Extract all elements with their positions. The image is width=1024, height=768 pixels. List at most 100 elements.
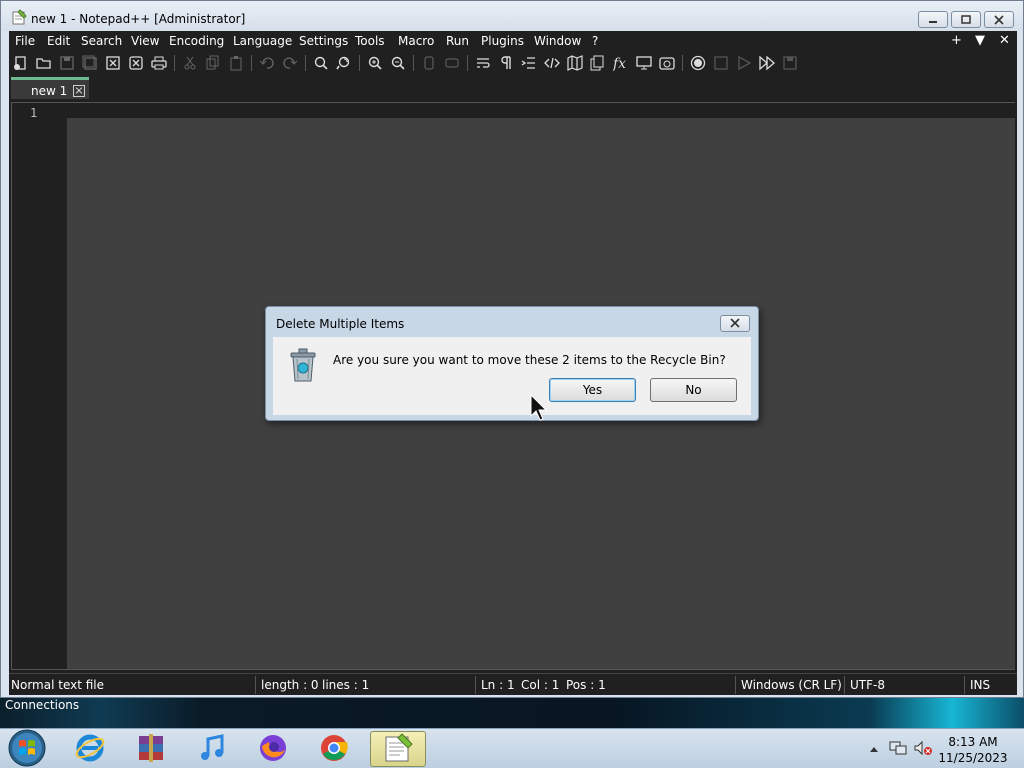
- document-map-icon[interactable]: [566, 54, 584, 72]
- taskbar-winrar[interactable]: [123, 731, 179, 767]
- toolbar-separator: [359, 55, 360, 71]
- dialog-close-button[interactable]: [720, 315, 750, 332]
- status-separator: [475, 676, 476, 694]
- taskbar-internet-explorer[interactable]: [62, 731, 118, 767]
- close-all-icon[interactable]: [127, 54, 145, 72]
- window-title: new 1 - Notepad++ [Administrator]: [31, 12, 246, 26]
- restore-button[interactable]: [951, 11, 981, 28]
- minimize-button[interactable]: [918, 11, 948, 28]
- taskbar-itunes[interactable]: [184, 731, 240, 767]
- menu-language[interactable]: Language: [233, 34, 292, 48]
- open-file-icon[interactable]: [35, 54, 53, 72]
- undo-icon[interactable]: [258, 54, 276, 72]
- network-icon: [889, 740, 907, 759]
- notepad-plus-plus-icon: [382, 732, 414, 767]
- toolbar-separator: [305, 55, 306, 71]
- toolbar-separator: [174, 55, 175, 71]
- save-macro-icon[interactable]: [781, 54, 799, 72]
- monitor-icon[interactable]: [635, 54, 653, 72]
- menu-edit[interactable]: Edit: [47, 34, 70, 48]
- tab-new-1[interactable]: new 1: [11, 77, 89, 99]
- menu-window[interactable]: Window: [534, 34, 581, 48]
- tab-list-dropdown[interactable]: ▼: [975, 33, 985, 48]
- save-icon[interactable]: [58, 54, 76, 72]
- status-separator: [255, 676, 256, 694]
- chevron-up-icon: [869, 742, 879, 756]
- status-eol[interactable]: Windows (CR LF): [741, 678, 842, 692]
- close-window-button[interactable]: [984, 11, 1014, 28]
- network-tray-button[interactable]: [888, 729, 908, 768]
- notepad-app-icon: [11, 9, 27, 25]
- copy-icon[interactable]: [204, 54, 222, 72]
- status-lines: lines : 1: [322, 678, 370, 692]
- show-all-characters-icon[interactable]: [497, 54, 515, 72]
- menu-bar: File Edit Search View Encoding Language …: [9, 31, 1017, 51]
- recycle-bin-icon: [287, 347, 319, 383]
- start-button[interactable]: [4, 729, 50, 768]
- close-document-x[interactable]: ✕: [999, 33, 1010, 48]
- menu-encoding[interactable]: Encoding: [169, 34, 224, 48]
- xml-tag-icon[interactable]: [543, 54, 561, 72]
- desktop-icon-label[interactable]: Connections: [5, 698, 79, 712]
- minimize-icon: [927, 16, 939, 24]
- stop-recording-icon[interactable]: [712, 54, 730, 72]
- status-position: Pos : 1: [566, 678, 606, 692]
- menu-view[interactable]: View: [131, 34, 159, 48]
- menu-search[interactable]: Search: [81, 34, 122, 48]
- new-file-icon[interactable]: [12, 54, 30, 72]
- status-file-type: Normal text file: [11, 678, 105, 692]
- sync-horizontal-icon[interactable]: [443, 54, 461, 72]
- sync-vertical-icon[interactable]: [420, 54, 438, 72]
- title-bar[interactable]: new 1 - Notepad++ [Administrator]: [1, 1, 1023, 31]
- function-list-icon[interactable]: fx: [612, 54, 630, 72]
- system-clock[interactable]: 8:13 AM 11/25/2023: [938, 734, 1008, 766]
- menu-macro[interactable]: Macro: [398, 34, 434, 48]
- menu-help[interactable]: ?: [592, 34, 598, 48]
- play-macro-icon[interactable]: [735, 54, 753, 72]
- close-file-icon[interactable]: [104, 54, 122, 72]
- dialog-title: Delete Multiple Items: [276, 317, 405, 331]
- menu-settings[interactable]: Settings: [299, 34, 348, 48]
- winrar-icon: [135, 732, 167, 767]
- status-insert-mode[interactable]: INS: [970, 678, 990, 692]
- taskbar: 8:13 AM 11/25/2023: [0, 728, 1024, 768]
- paste-icon[interactable]: [227, 54, 245, 72]
- volume-tray-button[interactable]: [912, 729, 934, 768]
- firefox-icon: [257, 732, 289, 767]
- status-encoding[interactable]: UTF-8: [850, 678, 885, 692]
- status-bar: Normal text file length : 0 lines : 1 Ln…: [9, 673, 1017, 695]
- menu-file[interactable]: File: [15, 34, 35, 48]
- tab-bar: new 1: [9, 77, 1017, 101]
- yes-button[interactable]: Yes: [549, 378, 636, 402]
- current-line-highlight[interactable]: [67, 103, 1015, 118]
- redo-icon[interactable]: [281, 54, 299, 72]
- find-icon[interactable]: [312, 54, 330, 72]
- no-button[interactable]: No: [650, 378, 737, 402]
- camera-icon[interactable]: [658, 54, 676, 72]
- cut-icon[interactable]: [181, 54, 199, 72]
- run-macro-multiple-icon[interactable]: [758, 54, 776, 72]
- taskbar-firefox[interactable]: [245, 731, 301, 767]
- indent-guide-icon[interactable]: [520, 54, 538, 72]
- menu-tools[interactable]: Tools: [355, 34, 385, 48]
- replace-icon[interactable]: [335, 54, 353, 72]
- zoom-in-icon[interactable]: [366, 54, 384, 72]
- menu-run[interactable]: Run: [446, 34, 469, 48]
- taskbar-notepad-plus-plus[interactable]: [370, 731, 426, 767]
- chrome-icon: [318, 732, 350, 767]
- show-hidden-icons-button[interactable]: [866, 729, 882, 768]
- clone-document-icon[interactable]: [589, 54, 607, 72]
- toolbar: fx: [9, 51, 1017, 75]
- new-tab-plus[interactable]: +: [951, 33, 962, 48]
- save-all-icon[interactable]: [81, 54, 99, 72]
- word-wrap-icon[interactable]: [474, 54, 492, 72]
- line-number: 1: [30, 106, 38, 120]
- toolbar-separator: [467, 55, 468, 71]
- zoom-out-icon[interactable]: [389, 54, 407, 72]
- tab-close-icon[interactable]: [73, 85, 85, 97]
- menu-plugins[interactable]: Plugins: [481, 34, 524, 48]
- status-separator: [844, 676, 845, 694]
- taskbar-chrome[interactable]: [306, 731, 362, 767]
- print-icon[interactable]: [150, 54, 168, 72]
- record-macro-icon[interactable]: [689, 54, 707, 72]
